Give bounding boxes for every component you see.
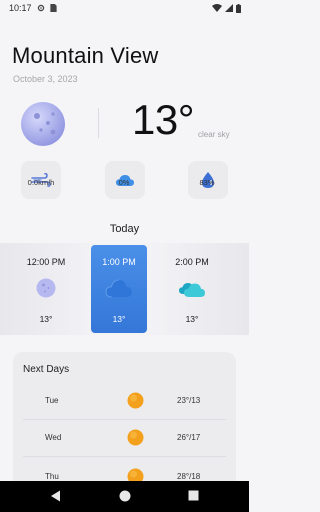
next-days-title: Next Days <box>23 364 70 375</box>
row-divider <box>23 419 226 420</box>
sun-icon <box>127 392 144 409</box>
settings-icon <box>37 4 44 12</box>
cloud-sun-icon <box>179 283 205 297</box>
row-divider <box>23 456 226 457</box>
status-time: 10:17 <box>9 3 32 13</box>
current-condition: clear sky <box>198 130 230 139</box>
current-divider <box>98 108 99 138</box>
cloud-value: 0% <box>118 178 130 187</box>
hour-time: 2:00 PM <box>175 257 209 267</box>
hour-card[interactable]: 12:00 PM 13° <box>18 245 74 333</box>
day-name: Thu <box>45 472 59 481</box>
hour-temp: 13° <box>185 314 199 324</box>
day-row[interactable]: Wed 26°/17 <box>13 423 236 453</box>
status-bar: 10:17 <box>0 0 249 16</box>
hour-time: 12:00 PM <box>26 257 66 267</box>
back-icon[interactable] <box>50 490 61 502</box>
recents-icon[interactable] <box>188 490 199 501</box>
day-temps: 23°/13 <box>177 396 201 405</box>
cloud-icon <box>105 279 132 298</box>
moon-icon <box>21 102 65 146</box>
system-nav-bar <box>0 481 249 512</box>
date-label: October 3, 2023 <box>13 74 78 84</box>
day-name: Tue <box>45 396 59 405</box>
battery-icon <box>236 3 241 13</box>
sim-card-icon <box>49 4 57 12</box>
home-icon[interactable] <box>119 490 131 502</box>
day-temps: 26°/17 <box>177 433 201 442</box>
wind-value: 0.0km/h <box>27 178 55 187</box>
hour-temp: 13° <box>39 314 53 324</box>
day-temps: 28°/18 <box>177 472 201 481</box>
day-row[interactable]: Tue 23°/13 <box>13 386 236 416</box>
sun-icon <box>127 429 144 446</box>
current-temperature: 13° <box>132 96 195 143</box>
humidity-value: 83% <box>199 178 215 187</box>
next-days-card: Next Days Tue 23°/13 Wed 26°/17 Thu 28°/… <box>13 352 236 492</box>
signal-icon <box>225 4 233 12</box>
hour-card-selected[interactable]: 1:00 PM 13° <box>91 245 147 333</box>
hour-temp: 13° <box>112 314 126 324</box>
today-label: Today <box>109 223 140 235</box>
city-title: Mountain View <box>12 43 159 68</box>
hour-card[interactable]: 2:00 PM 13° <box>164 245 220 333</box>
hour-time: 1:00 PM <box>102 257 136 267</box>
moon-icon <box>36 278 56 298</box>
wifi-icon <box>212 4 222 12</box>
day-name: Wed <box>45 433 62 442</box>
